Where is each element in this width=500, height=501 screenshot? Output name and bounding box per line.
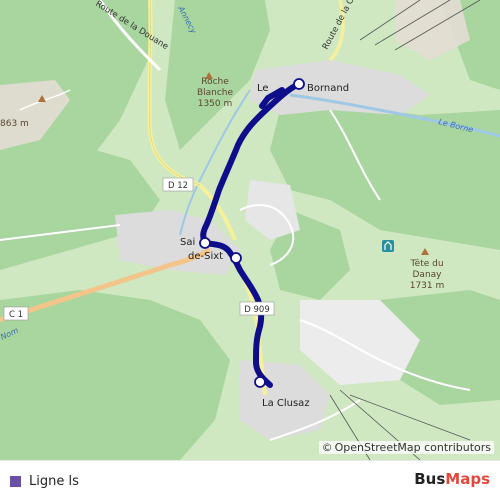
- peak-elevation-roche-blanche: 1350 m: [198, 99, 233, 109]
- route-legend: Ligne ls: [10, 474, 79, 489]
- peak-label-tete-du-danay-1: Tête du: [409, 258, 443, 269]
- bus-stop-saint-jean-de-sixt[interactable]: [199, 237, 211, 249]
- bus-stop-saint-jean-sud[interactable]: [230, 252, 242, 264]
- svg-text:D 909: D 909: [244, 305, 269, 315]
- peak-elevation-tete-du-danay: 1731 m: [410, 281, 445, 291]
- brand-part-maps: Maps: [445, 470, 490, 488]
- map-footer: Ligne ls BusMaps: [0, 460, 500, 501]
- place-label-bornand: Bornand: [307, 83, 349, 94]
- peak-label-roche-blanche-1: Roche: [201, 77, 229, 87]
- brand-part-bus: Bus: [414, 470, 446, 488]
- peak-label-roche-blanche-2: Blanche: [197, 88, 234, 98]
- peak-label-tete-du-danay-2: Danay: [413, 270, 443, 280]
- map-attribution[interactable]: © OpenStreetMap contributors: [318, 441, 494, 454]
- place-label-saint-jean: Sai: [180, 237, 195, 248]
- place-label-la-clusaz: La Clusaz: [262, 398, 310, 409]
- svg-text:C 1: C 1: [9, 310, 23, 320]
- road-shield-d12: D 12: [162, 177, 194, 192]
- bus-stop-la-clusaz[interactable]: [254, 376, 266, 388]
- map-canvas[interactable]: D 12 D 909 C 1 Route de la Douane Route …: [0, 0, 500, 460]
- road-shield-d909: D 909: [239, 301, 275, 316]
- route-legend-label: Ligne ls: [29, 474, 79, 489]
- place-label-le: Le: [257, 83, 269, 94]
- copyright-symbol: ©: [321, 441, 333, 454]
- peak-elevation-west: 863 m: [0, 119, 29, 129]
- attribution-text: OpenStreetMap contributors: [334, 441, 491, 454]
- route-color-swatch: [10, 476, 21, 487]
- place-label-de-sixt: de-Sixt: [188, 251, 223, 262]
- map-view[interactable]: D 12 D 909 C 1 Route de la Douane Route …: [0, 0, 500, 460]
- svg-text:D 12: D 12: [168, 181, 188, 191]
- bus-stop-le-grand-bornand[interactable]: [293, 78, 305, 90]
- tourism-icon: [382, 240, 394, 252]
- road-shield-c1: C 1: [3, 306, 29, 321]
- busmaps-logo[interactable]: BusMaps: [414, 470, 490, 488]
